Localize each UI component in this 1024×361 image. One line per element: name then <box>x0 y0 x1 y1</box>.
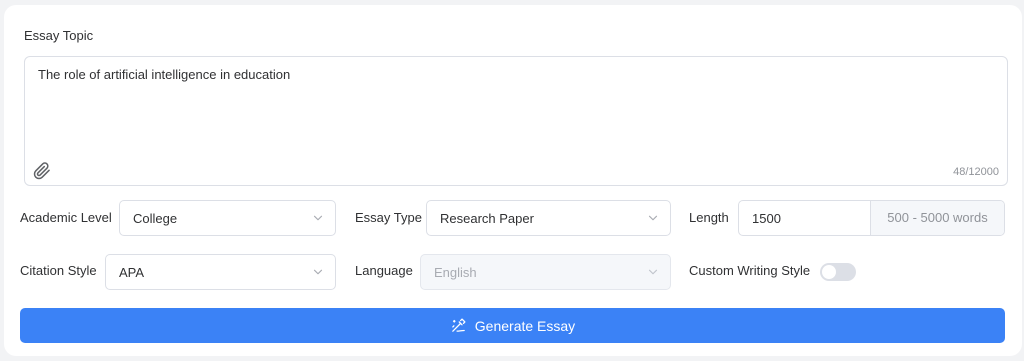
length-input[interactable] <box>739 201 882 235</box>
chevron-down-icon <box>648 215 658 221</box>
essay-topic-textarea[interactable]: The role of artificial intelligence in e… <box>24 56 1008 186</box>
chevron-down-icon <box>648 269 658 275</box>
magic-pen-icon <box>451 318 466 332</box>
citation-style-value: APA <box>119 265 145 280</box>
academic-level-label: Academic Level <box>20 210 112 225</box>
custom-writing-style-toggle[interactable] <box>820 263 856 281</box>
essay-type-label: Essay Type <box>355 210 422 225</box>
toggle-knob <box>822 265 836 279</box>
citation-style-select[interactable]: APA <box>105 254 336 290</box>
essay-type-value: Research Paper <box>440 211 534 226</box>
academic-level-select[interactable]: College <box>119 200 336 236</box>
essay-form-card: Essay Topic The role of artificial intel… <box>4 5 1022 356</box>
academic-level-value: College <box>133 211 178 226</box>
length-label: Length <box>689 210 729 225</box>
generate-essay-button[interactable]: Generate Essay <box>20 308 1005 343</box>
length-range-hint: 500 - 5000 words <box>870 201 1004 235</box>
essay-type-select[interactable]: Research Paper <box>426 200 671 236</box>
language-value: English <box>434 265 477 280</box>
character-counter: 48/12000 <box>953 166 999 178</box>
essay-topic-value[interactable]: The role of artificial intelligence in e… <box>38 67 290 82</box>
language-label: Language <box>355 263 413 278</box>
length-input-group: 500 - 5000 words <box>738 200 1005 236</box>
paperclip-icon[interactable] <box>33 162 51 180</box>
language-select[interactable]: English <box>420 254 671 290</box>
citation-style-label: Citation Style <box>20 263 97 278</box>
generate-essay-label: Generate Essay <box>474 317 576 334</box>
essay-topic-label: Essay Topic <box>24 28 94 43</box>
chevron-down-icon <box>313 269 323 275</box>
chevron-down-icon <box>313 215 323 221</box>
custom-writing-style-label: Custom Writing Style <box>689 263 811 278</box>
